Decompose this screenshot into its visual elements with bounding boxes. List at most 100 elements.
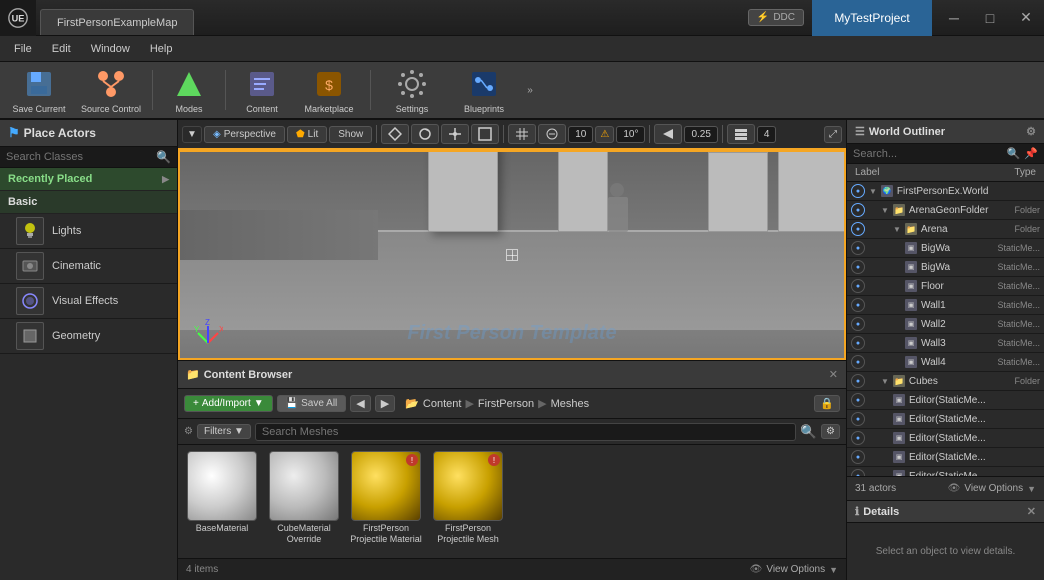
perspective-btn[interactable]: ◈ Perspective bbox=[204, 126, 285, 143]
tree-item-wall2[interactable]: ● ▣ Wall2 StaticMe... bbox=[847, 315, 1044, 334]
close-button[interactable]: ✕ bbox=[1008, 0, 1044, 36]
tree-item-editor5[interactable]: ● ▣ Editor(StaticMe... bbox=[847, 467, 1044, 476]
eye-arena[interactable]: ● bbox=[851, 222, 865, 236]
tree-item-world[interactable]: ● ▼ 🌍 FirstPersonEx.World bbox=[847, 182, 1044, 201]
cinematic-item[interactable]: Cinematic bbox=[0, 249, 177, 284]
save-all-button[interactable]: 💾 Save All bbox=[277, 395, 347, 412]
view-options-arrow-icon[interactable]: ▼ bbox=[829, 565, 838, 575]
search-meshes-button[interactable]: 🔍 bbox=[800, 424, 817, 440]
cb-close-icon[interactable]: ✕ bbox=[829, 368, 838, 381]
map-tab[interactable]: FirstPersonExampleMap bbox=[40, 9, 194, 35]
tree-item-editor1[interactable]: ● ▣ Editor(StaticMe... bbox=[847, 391, 1044, 410]
ddc-btn[interactable]: ⚡ DDC bbox=[748, 9, 804, 26]
visual-effects-item[interactable]: Visual Effects bbox=[0, 284, 177, 319]
translate-btn[interactable] bbox=[381, 124, 409, 144]
tree-item-editor4[interactable]: ● ▣ Editor(StaticMe... bbox=[847, 448, 1044, 467]
asset-fp-projectile-mesh[interactable]: ! FirstPerson Projectile Mesh bbox=[430, 451, 506, 545]
content-button[interactable]: Content bbox=[232, 64, 292, 116]
eye-bigwa2[interactable]: ● bbox=[851, 260, 865, 274]
viewport-settings-btn[interactable] bbox=[727, 124, 755, 144]
marketplace-button[interactable]: $ Marketplace bbox=[294, 64, 364, 116]
maximize-button[interactable]: □ bbox=[972, 0, 1008, 36]
view-options-label[interactable]: View Options bbox=[766, 564, 825, 575]
menu-help[interactable]: Help bbox=[140, 40, 183, 58]
tree-item-bigwa2[interactable]: ● ▣ BigWa StaticMe... bbox=[847, 258, 1044, 277]
tree-item-editor2[interactable]: ● ▣ Editor(StaticMe... bbox=[847, 410, 1044, 429]
view-options-outliner[interactable]: View Options bbox=[964, 483, 1023, 494]
eye-editor1[interactable]: ● bbox=[851, 393, 865, 407]
eye-editor4[interactable]: ● bbox=[851, 450, 865, 464]
eye-wall3[interactable]: ● bbox=[851, 336, 865, 350]
breadcrumb-meshes[interactable]: Meshes bbox=[551, 398, 590, 410]
recently-placed-category[interactable]: Recently Placed ▶ bbox=[0, 168, 177, 191]
menu-edit[interactable]: Edit bbox=[42, 40, 81, 58]
nav-back-button[interactable]: ◀ bbox=[350, 395, 370, 412]
restore-viewport-btn[interactable]: ⤢ bbox=[824, 126, 842, 143]
outliner-options-icon[interactable]: ⚙ bbox=[1026, 125, 1036, 138]
camera-scale-value[interactable]: 0.25 bbox=[684, 126, 717, 143]
filter-options-button[interactable]: ⚙ bbox=[821, 424, 840, 439]
add-import-button[interactable]: + Add/Import ▼ bbox=[184, 395, 273, 412]
eye-wall4[interactable]: ● bbox=[851, 355, 865, 369]
menu-file[interactable]: File bbox=[4, 40, 42, 58]
settings-button[interactable]: Settings bbox=[377, 64, 447, 116]
show-btn[interactable]: Show bbox=[329, 126, 372, 143]
maximize-btn[interactable] bbox=[471, 124, 499, 144]
geometry-item[interactable]: Geometry bbox=[0, 319, 177, 354]
asset-base-material[interactable]: BaseMaterial bbox=[184, 451, 260, 545]
search-classes-input[interactable] bbox=[6, 151, 152, 163]
tree-item-bigwa1[interactable]: ● ▣ BigWa StaticMe... bbox=[847, 239, 1044, 258]
asset-fp-projectile-material[interactable]: ! FirstPerson Projectile Material bbox=[348, 451, 424, 545]
surface-snap-btn[interactable] bbox=[538, 124, 566, 144]
search-meshes-input[interactable] bbox=[255, 423, 797, 441]
toolbar-more-button[interactable]: » bbox=[521, 64, 539, 116]
breadcrumb-content[interactable]: Content bbox=[423, 398, 462, 410]
source-control-button[interactable]: Source Control bbox=[76, 64, 146, 116]
tree-item-wall1[interactable]: ● ▣ Wall1 StaticMe... bbox=[847, 296, 1044, 315]
eye-world[interactable]: ● bbox=[851, 184, 865, 198]
eye-editor2[interactable]: ● bbox=[851, 412, 865, 426]
basic-category[interactable]: Basic bbox=[0, 191, 177, 214]
lock-path-button[interactable]: 🔒 bbox=[814, 395, 840, 412]
eye-wall2[interactable]: ● bbox=[851, 317, 865, 331]
asset-cube-material-override[interactable]: CubeMaterial Override bbox=[266, 451, 342, 545]
viewport-num-4[interactable]: 4 bbox=[757, 126, 777, 143]
eye-cubes-folder[interactable]: ● bbox=[851, 374, 865, 388]
tree-item-arena[interactable]: ● ▼ 📁 Arena Folder bbox=[847, 220, 1044, 239]
angle-value[interactable]: 10° bbox=[616, 126, 645, 143]
outliner-pin-icon[interactable]: 📌 bbox=[1024, 147, 1038, 160]
nav-forward-button[interactable]: ▶ bbox=[375, 395, 395, 412]
modes-button[interactable]: Modes bbox=[159, 64, 219, 116]
lit-btn[interactable]: ⬟ Lit bbox=[287, 126, 327, 143]
rotate-btn[interactable] bbox=[411, 124, 439, 144]
eye-arena-folder[interactable]: ● bbox=[851, 203, 865, 217]
eye-wall1[interactable]: ● bbox=[851, 298, 865, 312]
details-close-icon[interactable]: ✕ bbox=[1027, 505, 1036, 518]
camera-speed-btn[interactable] bbox=[654, 124, 682, 144]
save-current-button[interactable]: Save Current bbox=[4, 64, 74, 116]
tree-item-wall4[interactable]: ● ▣ Wall4 StaticMe... bbox=[847, 353, 1044, 372]
view-options-outliner-arrow[interactable]: ▼ bbox=[1027, 484, 1036, 494]
tree-item-arena-folder[interactable]: ● ▼ 📁 ArenaGeonFolder Folder bbox=[847, 201, 1044, 220]
viewport-canvas[interactable]: First Person Template X Y Z bbox=[178, 150, 846, 360]
eye-bigwa1[interactable]: ● bbox=[851, 241, 865, 255]
eye-floor[interactable]: ● bbox=[851, 279, 865, 293]
tree-item-editor3[interactable]: ● ▣ Editor(StaticMe... bbox=[847, 429, 1044, 448]
minimize-button[interactable]: ─ bbox=[936, 0, 972, 36]
viewport-menu-btn[interactable]: ▼ bbox=[182, 126, 202, 143]
eye-editor5[interactable]: ● bbox=[851, 469, 865, 476]
menu-window[interactable]: Window bbox=[81, 40, 140, 58]
outliner-search-input[interactable] bbox=[853, 148, 1003, 160]
snap-value[interactable]: 10 bbox=[568, 126, 593, 143]
eye-editor3[interactable]: ● bbox=[851, 431, 865, 445]
blueprints-button[interactable]: Blueprints bbox=[449, 64, 519, 116]
filters-button[interactable]: Filters ▼ bbox=[197, 424, 251, 439]
warning-btn[interactable]: ⚠ bbox=[595, 126, 614, 143]
scale-btn[interactable] bbox=[441, 124, 469, 144]
tree-item-cubes-folder[interactable]: ● ▼ 📁 Cubes Folder bbox=[847, 372, 1044, 391]
tree-item-floor[interactable]: ● ▣ Floor StaticMe... bbox=[847, 277, 1044, 296]
breadcrumb-firstperson[interactable]: FirstPerson bbox=[478, 398, 534, 410]
lights-item[interactable]: Lights bbox=[0, 214, 177, 249]
world-grid-btn[interactable] bbox=[508, 124, 536, 144]
tree-item-wall3[interactable]: ● ▣ Wall3 StaticMe... bbox=[847, 334, 1044, 353]
